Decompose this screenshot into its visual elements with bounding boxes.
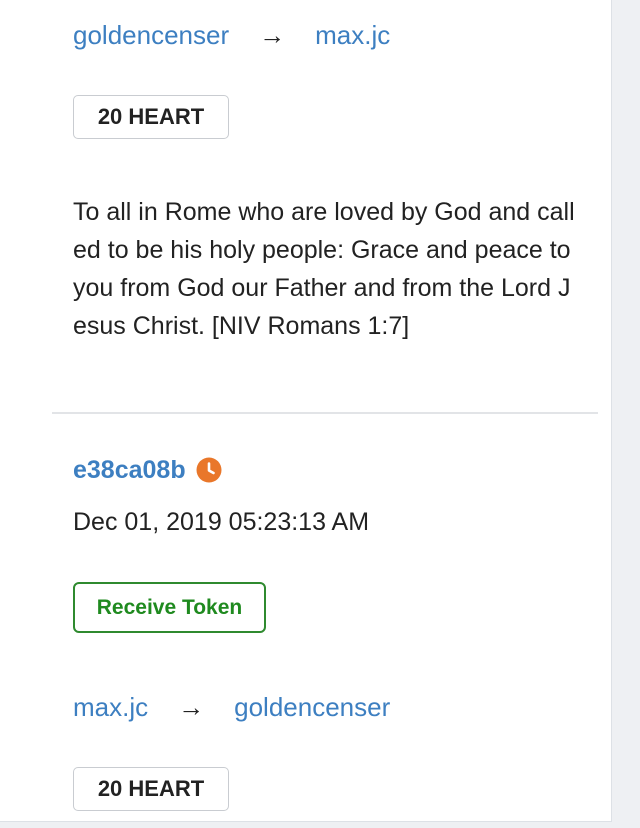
amount-badge: 20 HEART [73, 95, 229, 139]
from-account-link[interactable]: max.jc [73, 692, 148, 723]
tx-timestamp: Dec 01, 2019 05:23:13 AM [73, 508, 370, 536]
from-account-link[interactable]: goldencenser [73, 20, 229, 51]
tx-header: e38ca08b [73, 452, 222, 488]
receive-token-badge: Receive Token [73, 582, 266, 633]
memo-text: To all in Rome who are loved by God and … [73, 198, 575, 340]
transactions-card: goldencenser → max.jc 20 HEART To all in… [0, 0, 612, 822]
transfer-row: max.jc → goldencenser [73, 689, 390, 725]
to-account-link[interactable]: goldencenser [234, 692, 390, 723]
tx-id-link[interactable]: e38ca08b [73, 456, 186, 485]
amount-badge: 20 HEART [73, 767, 229, 811]
divider [52, 412, 598, 414]
transfer-row: goldencenser → max.jc [73, 17, 390, 53]
clock-icon [196, 457, 222, 483]
to-account-link[interactable]: max.jc [315, 20, 390, 51]
arrow-right-icon: → [178, 691, 205, 722]
arrow-right-icon: → [259, 19, 286, 50]
